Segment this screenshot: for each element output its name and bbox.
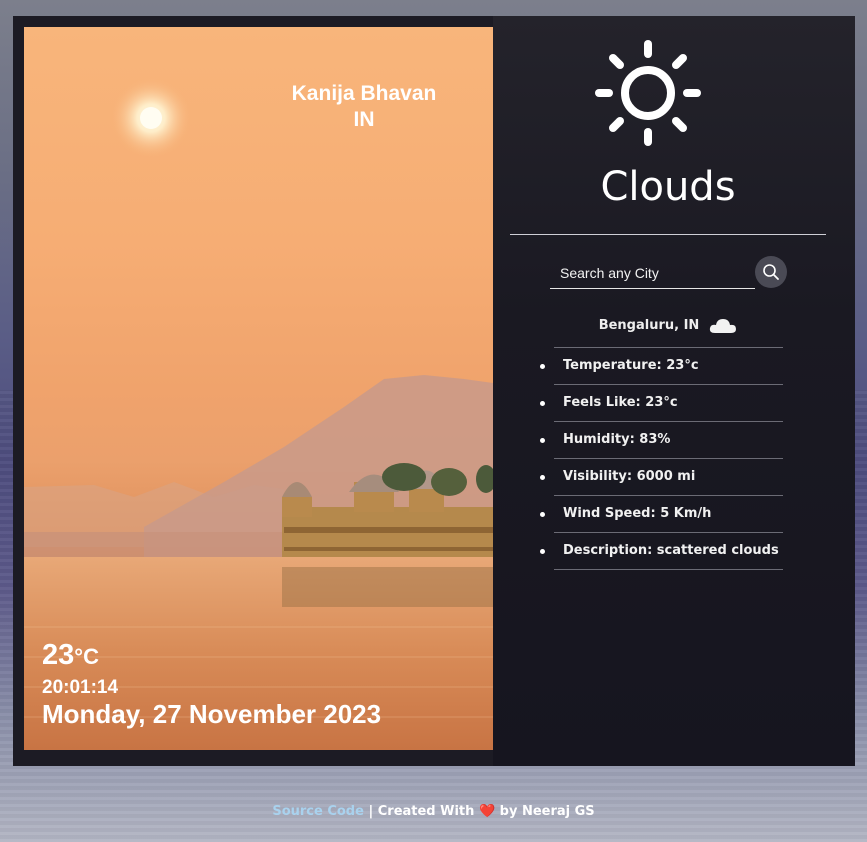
current-date: Monday, 27 November 2023 xyxy=(42,699,382,729)
location-name: Kanija Bhavan xyxy=(291,82,437,105)
weather-panel: Clouds Bengaluru, IN Temperature: 23°c F… xyxy=(493,16,855,766)
current-city: Bengaluru, IN xyxy=(598,317,700,333)
current-time: 20:01:14 xyxy=(42,677,119,698)
city-search-input[interactable] xyxy=(550,264,752,282)
location-country: IN xyxy=(353,108,375,131)
detail-temperature: Temperature: 23°c xyxy=(540,347,783,385)
source-code-link[interactable]: Source Code xyxy=(272,804,364,819)
footer-created-with: | Created With xyxy=(363,804,479,819)
divider xyxy=(510,234,826,235)
search-button[interactable] xyxy=(755,256,787,288)
photo-location: Kanija Bhavan IN xyxy=(284,81,444,133)
detail-feels-like: Feels Like: 23°c xyxy=(540,385,783,422)
sun-icon xyxy=(595,40,701,146)
search-icon xyxy=(763,264,779,280)
detail-humidity: Humidity: 83% xyxy=(540,422,783,459)
heart-icon: ❤️ xyxy=(478,804,496,819)
footer: Source Code | Created With ❤️ by Neeraj … xyxy=(0,804,867,819)
current-city-row: Bengaluru, IN xyxy=(553,316,783,334)
temperature-unit: °C xyxy=(74,644,99,669)
photo-temperature: 23°C xyxy=(42,639,99,672)
cloud-icon xyxy=(710,319,737,333)
weather-card: Kanija Bhavan IN 23°C 20:01:14 Monday, 2… xyxy=(13,16,855,766)
weather-details-list: Temperature: 23°c Feels Like: 23°c Humid… xyxy=(540,347,783,570)
weather-condition: Clouds xyxy=(600,164,736,210)
sun-disc xyxy=(140,107,162,129)
temperature-value: 23 xyxy=(42,639,75,671)
location-photo: Kanija Bhavan IN 23°C 20:01:14 Monday, 2… xyxy=(24,27,493,750)
search-bar xyxy=(550,258,755,289)
detail-wind-speed: Wind Speed: 5 Km/h xyxy=(540,496,783,533)
footer-author: by Neeraj GS xyxy=(495,804,595,819)
detail-visibility: Visibility: 6000 mi xyxy=(540,459,783,496)
detail-description: Description: scattered clouds xyxy=(540,533,783,570)
